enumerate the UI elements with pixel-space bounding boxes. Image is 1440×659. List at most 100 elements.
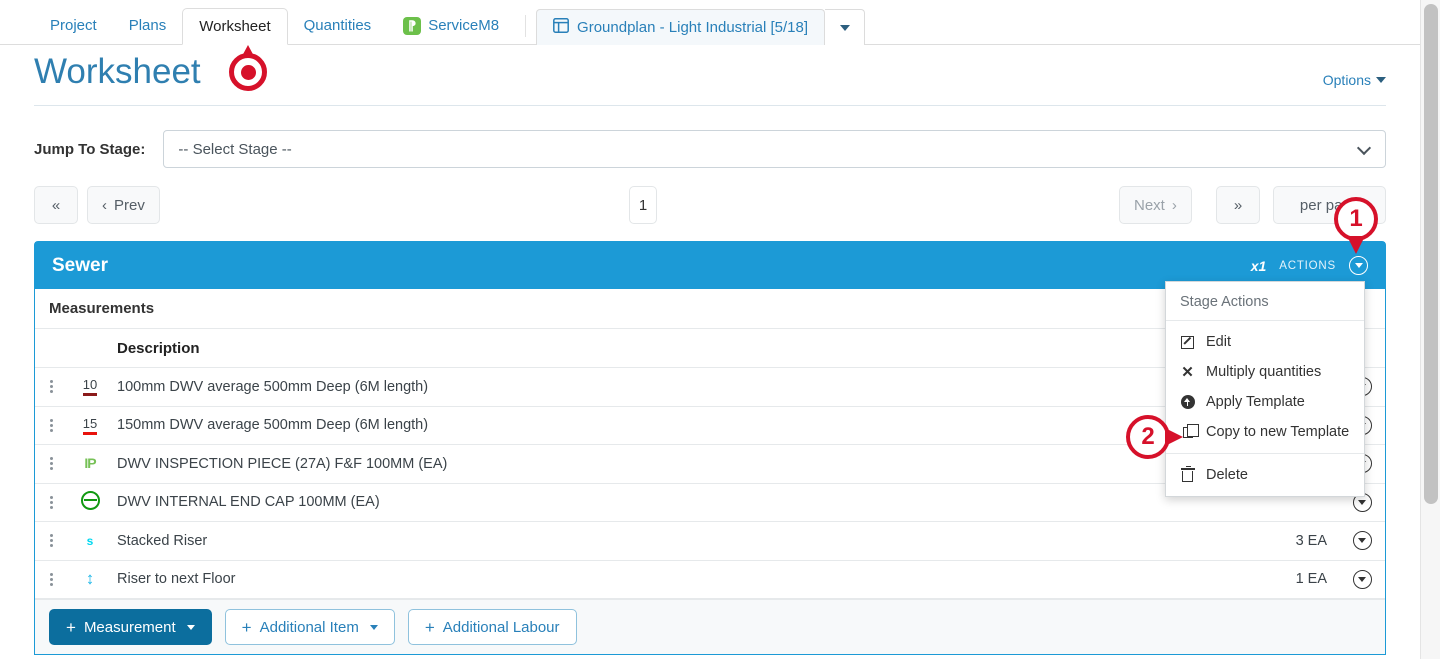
menu-item-edit[interactable]: Edit xyxy=(1166,327,1364,357)
annotation-marker-2-badge: 2 xyxy=(1126,415,1183,459)
chevron-down-icon xyxy=(1356,140,1372,156)
row-icon-label: 15 xyxy=(82,416,98,435)
ip-icon: IP xyxy=(67,444,113,484)
tab-plans-label: Plans xyxy=(128,17,167,34)
tab-quantities-label: Quantities xyxy=(303,17,372,34)
chevron-left-icon: ‹ xyxy=(102,196,107,214)
annotation-marker-1-badge: 1 xyxy=(1334,197,1378,254)
next-page-button[interactable]: Next › xyxy=(1119,186,1192,224)
row-caret-icon[interactable] xyxy=(1339,521,1385,561)
menu-item-copy-template-label: Copy to new Template xyxy=(1206,424,1350,440)
row-description: 100mm DWV average 500mm Deep (6M length) xyxy=(113,367,1219,407)
row-description: DWV INTERNAL END CAP 100MM (EA) xyxy=(113,483,1219,522)
double-chevron-left-icon: « xyxy=(51,196,61,214)
stage-actions-menu-title: Stage Actions xyxy=(1166,282,1364,321)
stage-name: Sewer xyxy=(52,254,108,276)
tab-divider xyxy=(525,15,527,37)
row-description: Riser to next Floor xyxy=(113,560,1219,599)
col-description: Description xyxy=(113,329,1219,368)
layout-panel-icon xyxy=(553,18,569,37)
row-quantity: 3 EA xyxy=(1219,521,1339,561)
top-tab-bar: Project Plans Worksheet Quantities ⁋ Ser… xyxy=(0,0,1420,45)
stage-select[interactable]: -- Select Stage -- xyxy=(163,130,1386,168)
page-number-1[interactable]: 1 xyxy=(629,186,657,224)
chevron-down-icon xyxy=(839,24,850,31)
drag-handle-icon[interactable] xyxy=(35,406,67,445)
pagination-bar: « ‹ Prev 1 Next › » per page xyxy=(34,186,1386,226)
row-description: Stacked Riser xyxy=(113,521,1219,561)
jump-to-stage-row: Jump To Stage: -- Select Stage -- xyxy=(34,130,1386,168)
multiply-x-icon: ✕ xyxy=(1181,363,1194,381)
stage-actions-menu-group-danger: Delete xyxy=(1166,453,1364,496)
click-target-icon xyxy=(229,45,267,91)
page-title: Worksheet xyxy=(34,52,201,91)
cursor-click-marker xyxy=(229,45,267,91)
menu-item-edit-label: Edit xyxy=(1206,334,1231,350)
add-measurement-label: Measurement xyxy=(83,618,176,636)
drag-handle-icon[interactable] xyxy=(35,483,67,522)
row-description: DWV INSPECTION PIECE (27A) F&F 100MM (EA… xyxy=(113,444,1219,484)
table-row[interactable]: ↕ Riser to next Floor 1 EA xyxy=(35,560,1385,599)
row-icon-label: s xyxy=(86,533,94,548)
drag-handle-icon[interactable] xyxy=(35,444,67,484)
add-additional-labour-button[interactable]: + Additional Labour xyxy=(407,609,577,645)
menu-item-apply-template[interactable]: Apply Template xyxy=(1166,387,1364,417)
last-page-button[interactable]: » xyxy=(1216,186,1260,224)
prev-page-button[interactable]: ‹ Prev xyxy=(87,186,160,224)
stage-header-actions: x1 ACTIONS xyxy=(1251,256,1368,275)
add-additional-labour-label: Additional Labour xyxy=(442,618,560,636)
plus-icon: + xyxy=(424,617,435,637)
tab-worksheet[interactable]: Worksheet xyxy=(182,8,288,45)
stage-actions-label: ACTIONS xyxy=(1279,259,1336,272)
page-scrollbar-thumb[interactable] xyxy=(1424,4,1438,504)
col-handle xyxy=(35,329,67,368)
measure-number-red-icon: 15 xyxy=(67,406,113,445)
jump-to-stage-label: Jump To Stage: xyxy=(34,140,146,158)
menu-item-multiply-label: Multiply quantities xyxy=(1206,364,1322,380)
tab-project[interactable]: Project xyxy=(34,8,113,44)
row-description: 150mm DWV average 500mm Deep (6M length) xyxy=(113,406,1219,445)
stage-actions-caret-icon[interactable] xyxy=(1349,256,1368,275)
annotation-marker-2: 2 xyxy=(1126,415,1183,459)
page-scrollbar-track[interactable] xyxy=(1420,0,1440,659)
options-label: Options xyxy=(1322,72,1371,88)
row-icon-label: 10 xyxy=(82,377,98,397)
trash-icon xyxy=(1180,465,1195,482)
prev-page-label: Prev xyxy=(114,196,145,214)
tab-plans[interactable]: Plans xyxy=(113,8,183,44)
tab-quantities[interactable]: Quantities xyxy=(288,8,388,44)
table-row[interactable]: s Stacked Riser 3 EA xyxy=(35,521,1385,561)
stage-actions-menu: Stage Actions Edit ✕ Multiply quantities… xyxy=(1165,281,1365,497)
s-icon: s xyxy=(67,521,113,561)
document-tab-label: Groundplan - Light Industrial [5/18] xyxy=(577,19,809,36)
caret-down-icon xyxy=(369,624,378,630)
next-page-label: Next xyxy=(1134,196,1165,214)
document-tab-dropdown-button[interactable] xyxy=(825,9,866,45)
drag-handle-icon[interactable] xyxy=(35,521,67,561)
menu-item-apply-template-label: Apply Template xyxy=(1206,394,1305,410)
row-quantity: 1 EA xyxy=(1219,560,1339,599)
servicem8-icon: ⁋ xyxy=(403,17,422,35)
first-page-button[interactable]: « xyxy=(34,186,78,224)
riser-arrows-icon: ↕ xyxy=(67,560,113,599)
caret-down-icon xyxy=(1376,77,1386,83)
col-icon xyxy=(67,329,113,368)
tab-worksheet-label: Worksheet xyxy=(199,17,271,35)
options-dropdown[interactable]: Options xyxy=(1323,72,1386,88)
end-cap-icon xyxy=(67,483,113,522)
tab-servicem8[interactable]: ⁋ ServiceM8 xyxy=(387,8,515,44)
drag-handle-icon[interactable] xyxy=(35,560,67,599)
add-measurement-button[interactable]: + Measurement xyxy=(49,609,212,645)
card-footer: + Measurement + Additional Item + Additi… xyxy=(35,599,1385,654)
menu-item-copy-to-new-template[interactable]: Copy to new Template xyxy=(1166,417,1364,447)
drag-handle-icon[interactable] xyxy=(35,367,67,407)
menu-item-delete[interactable]: Delete xyxy=(1166,460,1364,490)
worksheet-page: Project Plans Worksheet Quantities ⁋ Ser… xyxy=(0,0,1440,659)
add-additional-item-button[interactable]: + Additional Item xyxy=(224,609,395,645)
document-tab-groundplan[interactable]: Groundplan - Light Industrial [5/18] xyxy=(536,9,826,45)
row-caret-icon[interactable] xyxy=(1339,560,1385,599)
edit-square-icon xyxy=(1180,335,1195,349)
menu-item-delete-label: Delete xyxy=(1206,467,1248,483)
menu-item-multiply-quantities[interactable]: ✕ Multiply quantities xyxy=(1166,357,1364,387)
stage-actions-menu-group-primary: Edit ✕ Multiply quantities Apply Templat… xyxy=(1166,321,1364,453)
